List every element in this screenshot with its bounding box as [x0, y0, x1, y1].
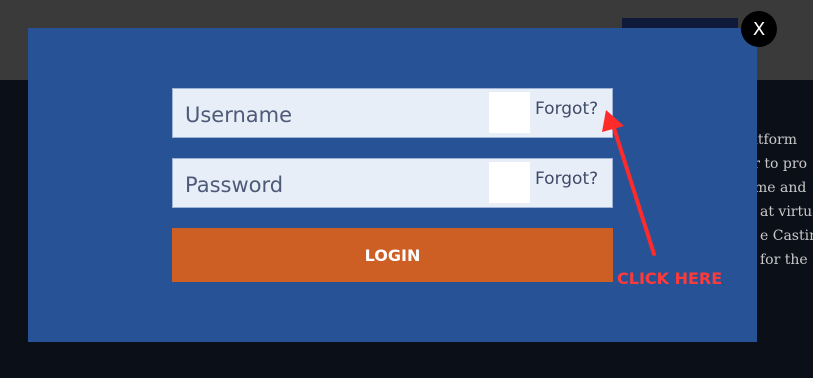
password-input[interactable]	[183, 169, 487, 201]
click-here-label: CLICK HERE	[617, 269, 723, 288]
close-button[interactable]: X	[741, 11, 777, 47]
username-input[interactable]	[183, 99, 487, 131]
forgot-username-link[interactable]: Forgot?	[535, 99, 598, 119]
password-field[interactable]: Forgot?	[172, 158, 613, 208]
forgot-password-link[interactable]: Forgot?	[535, 169, 598, 189]
username-field[interactable]: Forgot?	[172, 88, 613, 138]
username-field-square	[489, 92, 530, 133]
password-field-square	[489, 162, 530, 203]
login-button[interactable]: LOGIN	[172, 228, 613, 282]
